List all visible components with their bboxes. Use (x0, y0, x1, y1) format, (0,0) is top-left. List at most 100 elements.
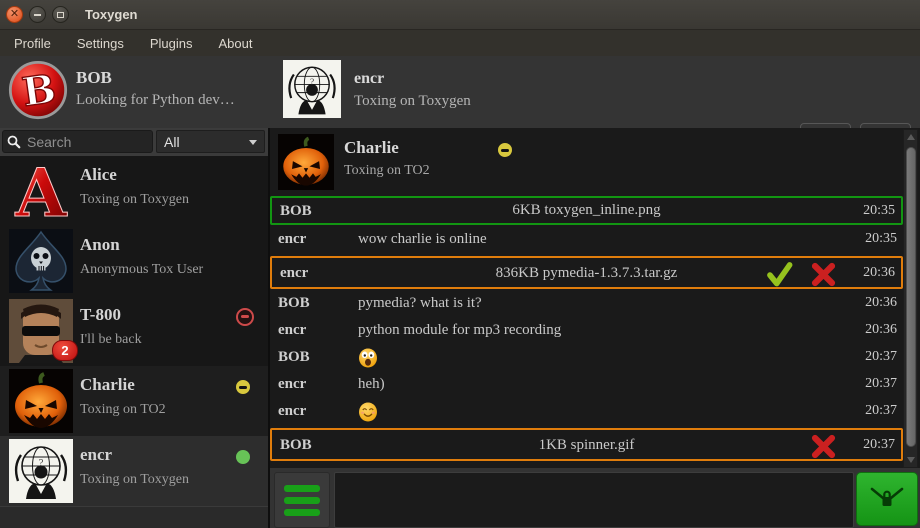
message-sender: BOB (278, 349, 310, 366)
decline-transfer-button[interactable] (810, 261, 837, 288)
self-avatar[interactable]: B (8, 60, 68, 120)
contact-filter-dropdown[interactable]: All (156, 130, 265, 153)
chat-scrollbar[interactable] (903, 129, 918, 468)
close-button[interactable]: ✕ (6, 6, 23, 23)
contact-name: encr (80, 445, 112, 465)
message-input-bar (268, 468, 920, 528)
message-list: Charlie Toxing on TO2 BOB 6KB toxygen_in… (270, 130, 903, 463)
preview-contact-avatar (278, 134, 334, 190)
message-time: 20:37 (865, 376, 897, 392)
busy-status-icon (236, 308, 254, 326)
message-time: 20:35 (865, 231, 897, 247)
contact-status-message: Toxing on Toxygen (80, 472, 189, 488)
letter-a-avatar: A (9, 159, 73, 223)
contact-list: A Alice Toxing on Toxygen Anon Anonymous… (0, 156, 268, 506)
window-title: Toxygen (85, 7, 138, 22)
scroll-down-arrow[interactable] (904, 453, 917, 467)
search-icon (7, 135, 21, 149)
unread-count-badge: 2 (52, 340, 78, 361)
self-name: BOB (76, 68, 112, 88)
header: B BOB Looking for Python dev… ? encr Tox… (0, 56, 920, 128)
anonymous-avatar: ? (9, 439, 73, 503)
hamburger-icon (284, 485, 320, 492)
spade-skull-avatar (9, 229, 73, 293)
message-row: encr 20:37 (270, 399, 903, 426)
message-sender: encr (278, 376, 306, 393)
svg-text:?: ? (39, 459, 44, 469)
search-input[interactable] (25, 133, 152, 151)
scrollbar-thumb[interactable] (906, 147, 916, 447)
message-time: 20:35 (863, 203, 895, 219)
message-row: BOB 6KB toxygen_inline.png 20:35 (270, 196, 903, 225)
message-body: pymedia? what is it? (358, 295, 482, 312)
inline-image-preview: Charlie Toxing on TO2 (270, 132, 903, 190)
message-row: encr heh) 20:37 (270, 372, 903, 399)
chevron-down-icon (249, 140, 257, 145)
message-time: 20:36 (865, 322, 897, 338)
message-row: encr 836KB pymedia-1.3.7.3.tar.gz 20:36 (270, 256, 903, 289)
message-time: 20:36 (865, 295, 897, 311)
menu-settings[interactable]: Settings (65, 32, 136, 55)
minimize-button[interactable] (29, 6, 46, 23)
encrypted-send-icon (867, 484, 907, 514)
sidebar-search-row: All (0, 128, 268, 156)
message-time: 20:36 (863, 265, 895, 281)
contact-item-anon[interactable]: Anon Anonymous Tox User (0, 226, 268, 296)
message-input[interactable] (334, 472, 854, 528)
close-icon: ✕ (10, 9, 19, 20)
pumpkin-avatar (9, 369, 73, 433)
menu-about[interactable]: About (206, 32, 264, 55)
contact-name: Alice (80, 165, 117, 185)
contact-name: Anon (80, 235, 120, 255)
message-time: 20:37 (863, 437, 895, 453)
transfer-actions (766, 261, 837, 288)
maximize-button[interactable] (52, 6, 69, 23)
contact-status-message: I'll be back (80, 332, 142, 348)
accept-transfer-button[interactable] (766, 261, 793, 288)
away-status-icon (498, 143, 512, 157)
active-contact-avatar: ? (283, 60, 341, 118)
chat-menu-button[interactable] (274, 472, 330, 528)
send-message-button[interactable] (856, 472, 918, 526)
message-body: 1KB spinner.gif (272, 437, 901, 454)
message-sender: encr (278, 231, 306, 248)
message-body: wow charlie is online (358, 231, 487, 248)
contact-filter-value: All (164, 134, 180, 150)
menu-profile[interactable]: Profile (2, 32, 63, 55)
contact-status-message: Anonymous Tox User (80, 262, 203, 278)
contact-item-t-800[interactable]: T-800 I'll be back 2 (0, 296, 268, 366)
contact-status-message: Toxing on TO2 (80, 402, 166, 418)
active-contact-status-message: Toxing on Toxygen (354, 93, 471, 110)
message-row: encr python module for mp3 recording 20:… (270, 318, 903, 345)
message-row: encr wow charlie is online 20:35 (270, 227, 903, 254)
maximize-icon (57, 12, 64, 18)
decline-transfer-button[interactable] (810, 433, 837, 460)
contact-item-encr[interactable]: ? encr Toxing on Toxygen (0, 436, 268, 506)
message-row: BOB 1KB spinner.gif 20:37 (270, 428, 903, 461)
svg-text:?: ? (310, 76, 314, 86)
search-box (2, 130, 153, 153)
svg-text:B: B (19, 66, 58, 116)
menu-bar: Profile Settings Plugins About (0, 30, 920, 56)
smile-emoji (358, 402, 378, 422)
transfer-actions (810, 433, 837, 460)
shocked-emoji (358, 348, 378, 368)
toxygen-window: ✕ Toxygen Profile Settings Plugins About… (0, 0, 920, 528)
preview-contact-name: Charlie (344, 138, 399, 158)
contact-item-charlie[interactable]: Charlie Toxing on TO2 (0, 366, 268, 436)
online-status-icon (236, 450, 250, 464)
sidebar-footer (0, 506, 268, 528)
self-status-message: Looking for Python dev… (76, 92, 235, 109)
menu-plugins[interactable]: Plugins (138, 32, 205, 55)
scroll-up-arrow[interactable] (904, 130, 917, 144)
message-row: BOB pymedia? what is it? 20:36 (270, 291, 903, 318)
message-sender: encr (278, 322, 306, 339)
minimize-icon (34, 14, 41, 16)
titlebar: ✕ Toxygen (0, 0, 920, 30)
svg-text:A: A (14, 159, 67, 223)
message-body: heh) (358, 376, 385, 393)
contact-item-alice[interactable]: A Alice Toxing on Toxygen (0, 156, 268, 226)
active-contact-name: encr (354, 70, 384, 88)
message-sender: encr (278, 403, 306, 420)
message-time: 20:37 (865, 403, 897, 419)
